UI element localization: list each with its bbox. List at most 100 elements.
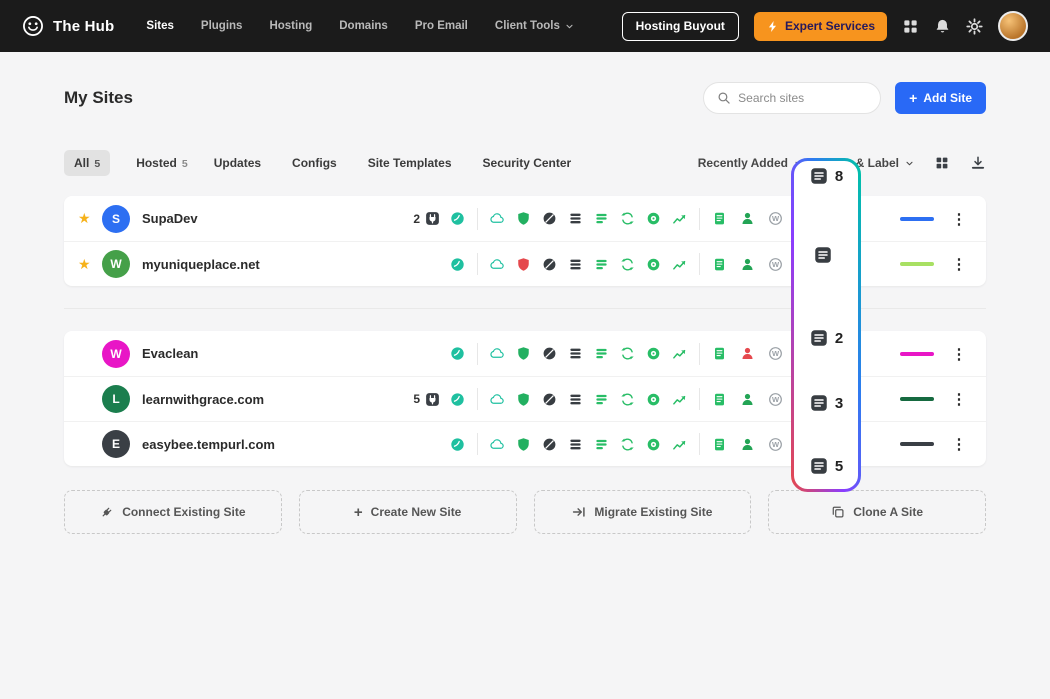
analytics-chart-icon[interactable] <box>672 346 687 361</box>
nav-item-plugins[interactable]: Plugins <box>201 20 243 32</box>
export-download-icon[interactable] <box>970 155 986 171</box>
database-stack-icon[interactable] <box>568 211 583 226</box>
cloud-icon[interactable] <box>490 346 505 361</box>
tab-all[interactable]: All5 <box>64 150 110 176</box>
plugin-badge-icon[interactable] <box>425 211 440 226</box>
site-name[interactable]: learnwithgrace.com <box>142 392 382 407</box>
pages-count-cell[interactable]: 2 <box>791 326 861 350</box>
notifications-bell-icon[interactable] <box>934 18 951 35</box>
seo-target-icon[interactable] <box>646 346 661 361</box>
user-icon[interactable] <box>740 346 755 361</box>
search-input[interactable] <box>738 91 867 105</box>
seo-target-icon[interactable] <box>646 257 661 272</box>
optimize-bars-icon[interactable] <box>594 346 609 361</box>
database-stack-icon[interactable] <box>568 257 583 272</box>
plugin-badge-icon[interactable] <box>425 392 440 407</box>
cloud-icon[interactable] <box>490 392 505 407</box>
backup-sync-icon[interactable] <box>620 211 635 226</box>
hosting-status-icon[interactable] <box>450 437 465 452</box>
backup-sync-icon[interactable] <box>620 392 635 407</box>
site-name[interactable]: SupaDev <box>142 211 382 226</box>
backup-sync-icon[interactable] <box>620 257 635 272</box>
site-avatar[interactable]: W <box>102 250 130 278</box>
star-icon[interactable]: ★ <box>78 256 102 273</box>
shield-icon[interactable] <box>516 346 531 361</box>
tab-hosted[interactable]: Hosted5 <box>136 156 188 170</box>
settings-gear-icon[interactable] <box>966 18 983 35</box>
hosting-status-icon[interactable] <box>450 392 465 407</box>
row-menu-kebab-icon[interactable]: ⋮ <box>946 390 972 408</box>
search-box[interactable] <box>703 82 881 114</box>
shield-icon[interactable] <box>516 211 531 226</box>
document-icon[interactable] <box>712 392 727 407</box>
performance-slash-circle-icon[interactable] <box>542 257 557 272</box>
site-avatar[interactable]: L <box>102 385 130 413</box>
wordpress-icon[interactable] <box>768 211 783 226</box>
expert-services-button[interactable]: Expert Services <box>754 12 887 41</box>
nav-item-domains[interactable]: Domains <box>339 20 388 32</box>
wordpress-icon[interactable] <box>768 392 783 407</box>
tab-updates[interactable]: Updates <box>214 156 266 170</box>
hosting-status-icon[interactable] <box>450 257 465 272</box>
site-name[interactable]: myuniqueplace.net <box>142 257 382 272</box>
user-avatar[interactable] <box>998 11 1028 41</box>
optimize-bars-icon[interactable] <box>594 211 609 226</box>
backup-sync-icon[interactable] <box>620 346 635 361</box>
clone-a-site-button[interactable]: Clone A Site <box>768 490 986 534</box>
star-icon[interactable]: ★ <box>78 210 102 227</box>
nav-item-sites[interactable]: Sites <box>146 20 174 32</box>
optimize-bars-icon[interactable] <box>594 392 609 407</box>
wordpress-icon[interactable] <box>768 257 783 272</box>
database-stack-icon[interactable] <box>568 437 583 452</box>
document-icon[interactable] <box>712 211 727 226</box>
nav-item-pro-email[interactable]: Pro Email <box>415 20 468 32</box>
seo-target-icon[interactable] <box>646 437 661 452</box>
shield-icon[interactable] <box>516 437 531 452</box>
hub-brand[interactable]: The Hub <box>22 15 114 37</box>
migrate-existing-site-button[interactable]: Migrate Existing Site <box>534 490 752 534</box>
connect-existing-site-button[interactable]: Connect Existing Site <box>64 490 282 534</box>
performance-slash-circle-icon[interactable] <box>542 437 557 452</box>
nav-item-client-tools[interactable]: Client Tools <box>495 20 574 32</box>
optimize-bars-icon[interactable] <box>594 257 609 272</box>
sort-dropdown[interactable]: Recently Added <box>698 156 803 170</box>
database-stack-icon[interactable] <box>568 346 583 361</box>
shield-icon[interactable] <box>516 392 531 407</box>
row-menu-kebab-icon[interactable]: ⋮ <box>946 435 972 453</box>
document-icon[interactable] <box>712 346 727 361</box>
analytics-chart-icon[interactable] <box>672 437 687 452</box>
hosting-status-icon[interactable] <box>450 211 465 226</box>
cloud-icon[interactable] <box>490 257 505 272</box>
cloud-icon[interactable] <box>490 437 505 452</box>
row-menu-kebab-icon[interactable]: ⋮ <box>946 345 972 363</box>
wordpress-icon[interactable] <box>768 437 783 452</box>
analytics-chart-icon[interactable] <box>672 392 687 407</box>
hosting-status-icon[interactable] <box>450 346 465 361</box>
add-site-button[interactable]: + Add Site <box>895 82 986 114</box>
performance-slash-circle-icon[interactable] <box>542 392 557 407</box>
row-menu-kebab-icon[interactable]: ⋮ <box>946 210 972 228</box>
apps-grid-icon[interactable] <box>902 18 919 35</box>
pages-count-cell[interactable]: 5 <box>791 454 861 478</box>
grid-view-icon[interactable] <box>934 155 950 171</box>
tab-configs[interactable]: Configs <box>292 156 342 170</box>
backup-sync-icon[interactable] <box>620 437 635 452</box>
pages-count-cell[interactable]: 3 <box>791 391 861 415</box>
user-icon[interactable] <box>740 257 755 272</box>
tab-site-templates[interactable]: Site Templates <box>368 156 457 170</box>
user-icon[interactable] <box>740 437 755 452</box>
user-icon[interactable] <box>740 392 755 407</box>
analytics-chart-icon[interactable] <box>672 257 687 272</box>
user-icon[interactable] <box>740 211 755 226</box>
create-new-site-button[interactable]: + Create New Site <box>299 490 517 534</box>
performance-slash-circle-icon[interactable] <box>542 211 557 226</box>
site-name[interactable]: Evaclean <box>142 346 382 361</box>
performance-slash-circle-icon[interactable] <box>542 346 557 361</box>
seo-target-icon[interactable] <box>646 211 661 226</box>
site-avatar[interactable]: S <box>102 205 130 233</box>
document-icon[interactable] <box>712 437 727 452</box>
site-name[interactable]: easybee.tempurl.com <box>142 437 382 452</box>
row-menu-kebab-icon[interactable]: ⋮ <box>946 255 972 273</box>
nav-item-hosting[interactable]: Hosting <box>269 20 312 32</box>
wordpress-icon[interactable] <box>768 346 783 361</box>
